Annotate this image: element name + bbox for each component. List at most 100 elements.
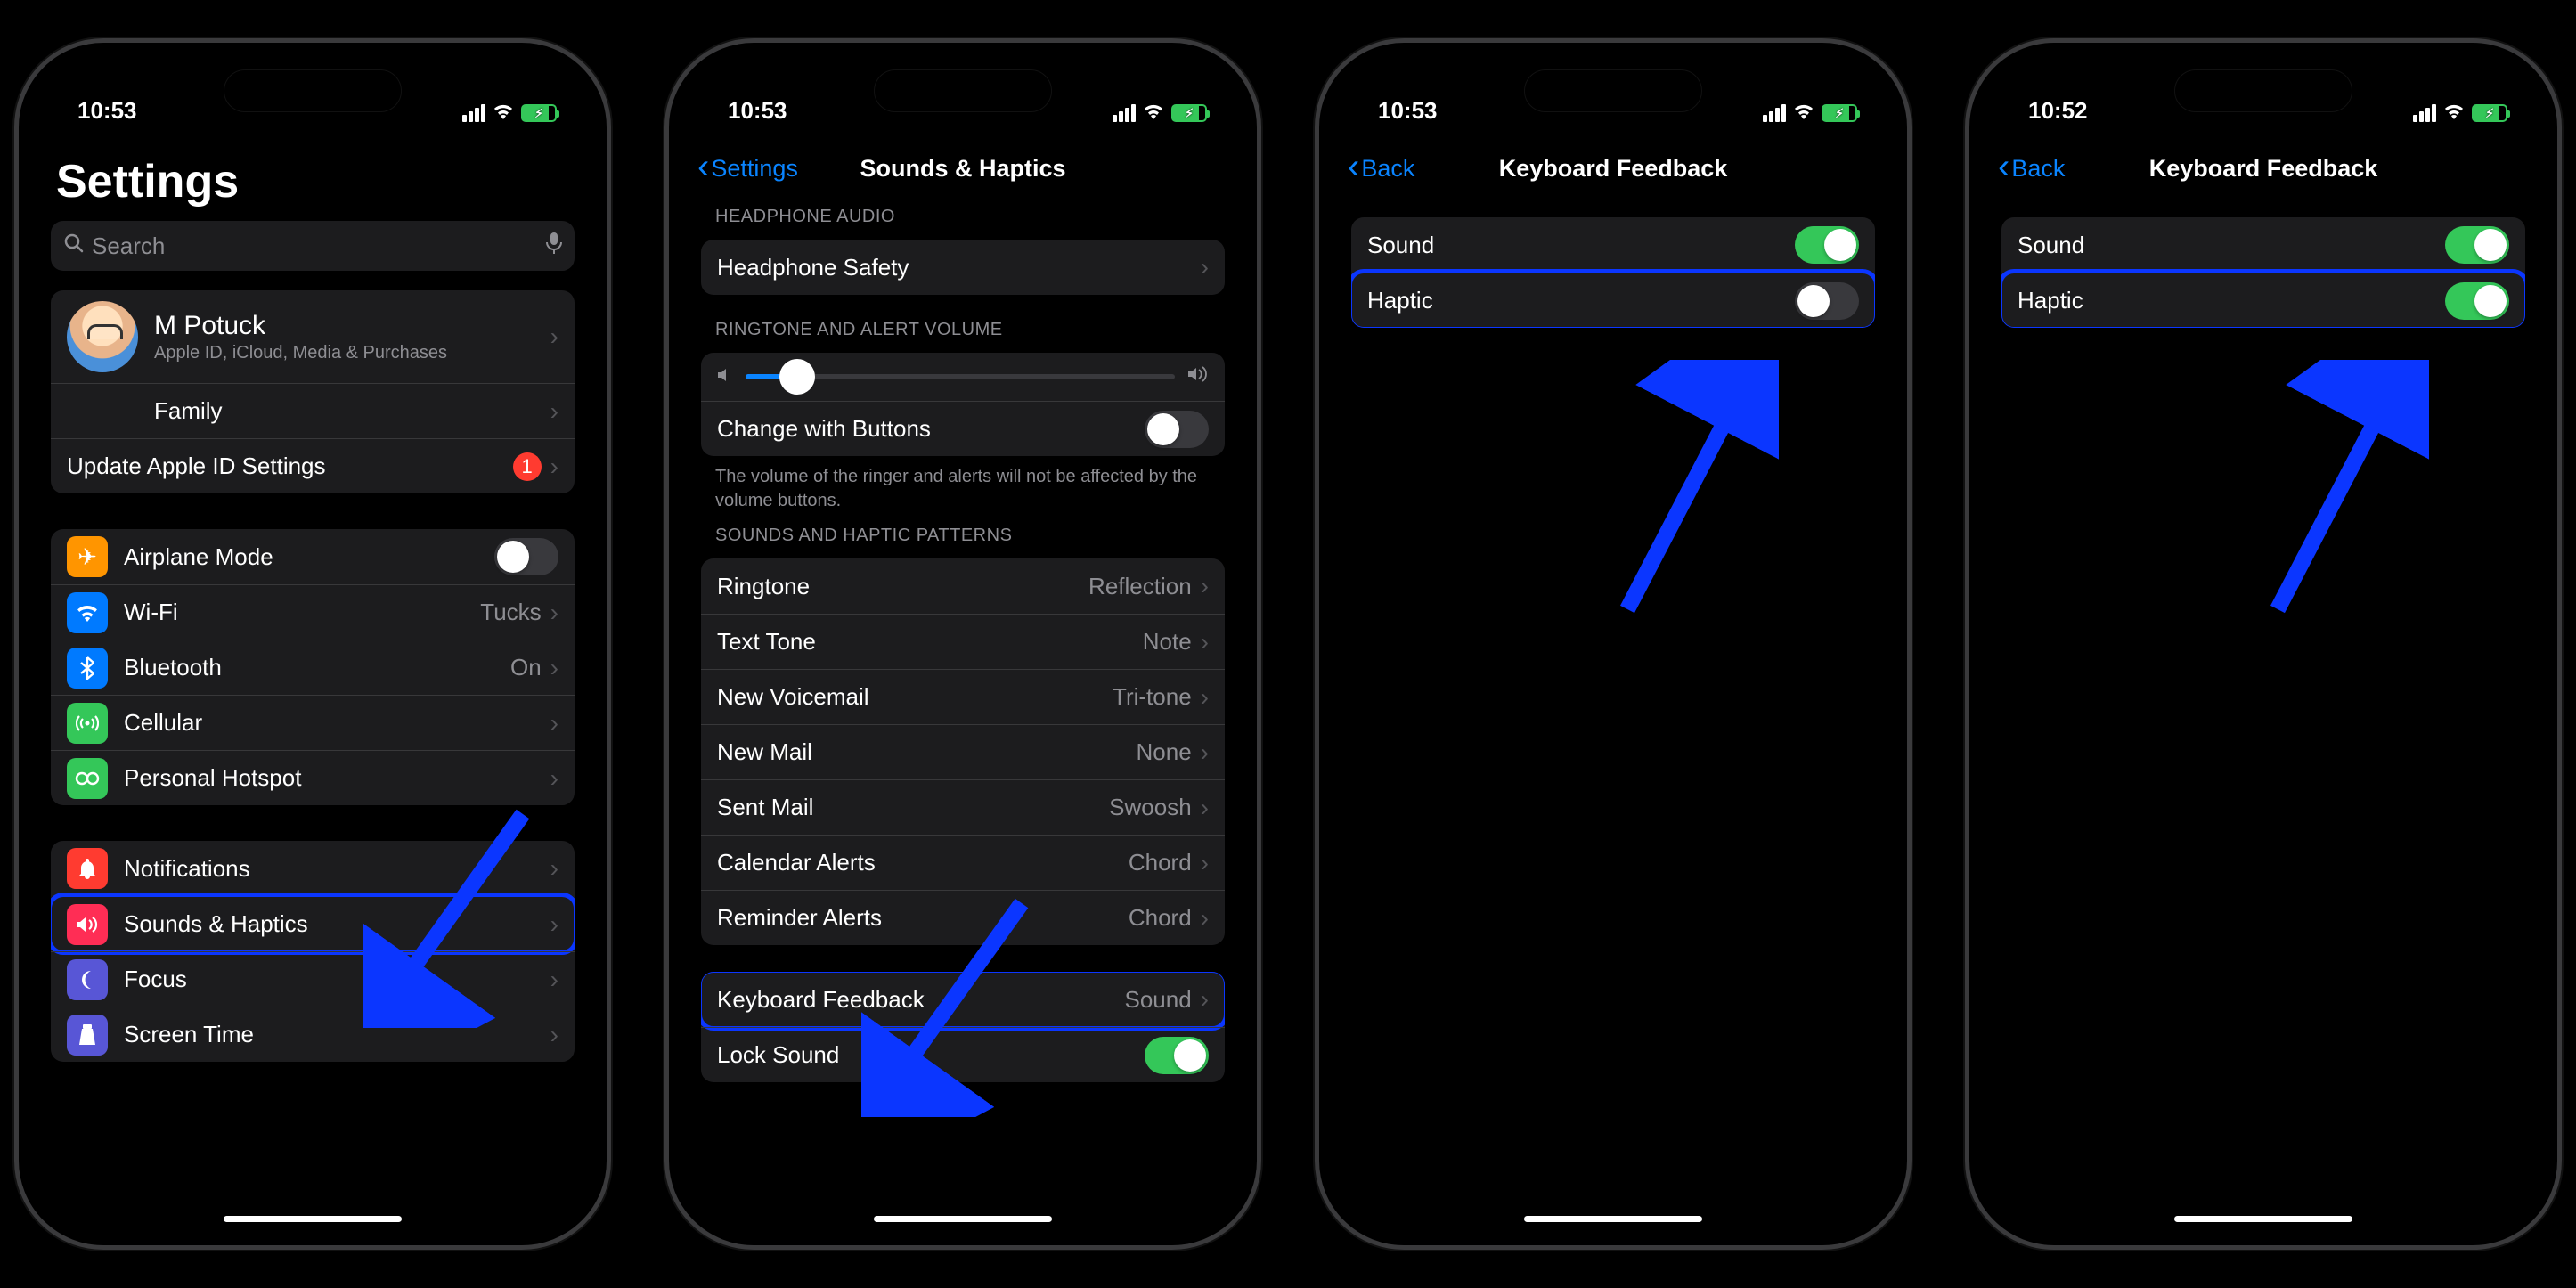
chevron-right-icon: › — [1201, 794, 1209, 822]
search-input[interactable]: Search — [51, 221, 575, 271]
content[interactable]: Sound Haptic — [1333, 200, 1893, 1231]
airplane-toggle[interactable] — [494, 538, 558, 575]
focus-row[interactable]: Focus › — [51, 951, 575, 1007]
sound-label: Sound — [1367, 232, 1434, 259]
haptic-toggle[interactable] — [1795, 282, 1859, 320]
power-button — [2558, 399, 2562, 550]
ringtone-row[interactable]: RingtoneReflection› — [701, 558, 1225, 614]
volume-up-button — [14, 363, 18, 461]
haptic-row[interactable]: Haptic — [1351, 273, 1875, 328]
chevron-right-icon: › — [550, 910, 558, 939]
hotspot-row[interactable]: Personal Hotspot › — [51, 750, 575, 805]
sound-toggle[interactable] — [1795, 226, 1859, 264]
chevron-right-icon: › — [1201, 738, 1209, 767]
profile-name: M Potuck — [154, 311, 447, 341]
home-indicator[interactable] — [2174, 1216, 2352, 1222]
hotspot-label: Personal Hotspot — [124, 764, 301, 792]
reminder-alerts-label: Reminder Alerts — [717, 904, 882, 932]
sound-row[interactable]: Sound — [2001, 217, 2525, 273]
lock-sound-row[interactable]: Lock Sound — [701, 1027, 1225, 1082]
content[interactable]: Sound Haptic — [1984, 200, 2543, 1231]
reminder-alerts-value: Chord — [1129, 904, 1192, 932]
hotspot-icon — [67, 758, 108, 799]
ringtone-label: Ringtone — [717, 573, 810, 600]
cellular-row[interactable]: Cellular › — [51, 695, 575, 750]
silence-switch — [664, 274, 668, 328]
silence-switch — [1965, 274, 1969, 328]
sounds-haptics-row[interactable]: Sounds & Haptics › — [51, 896, 575, 951]
volume-up-button — [1315, 363, 1318, 461]
volume-high-icon — [1187, 365, 1209, 388]
haptic-toggle[interactable] — [2445, 282, 2509, 320]
voicemail-row[interactable]: New VoicemailTri-tone› — [701, 669, 1225, 724]
apple-id-row[interactable]: M Potuck Apple ID, iCloud, Media & Purch… — [51, 290, 575, 383]
airplane-row[interactable]: ✈︎ Airplane Mode — [51, 529, 575, 584]
sent-mail-value: Swoosh — [1109, 794, 1192, 821]
chevron-right-icon: › — [1201, 683, 1209, 712]
back-button[interactable]: ‹Back — [1998, 155, 2065, 183]
phone-settings: 10:53 ⚡︎ Settings Search — [14, 38, 611, 1250]
back-button[interactable]: ‹Back — [1348, 155, 1414, 183]
home-indicator[interactable] — [874, 1216, 1052, 1222]
sent-mail-row[interactable]: Sent MailSwoosh› — [701, 779, 1225, 835]
home-indicator[interactable] — [224, 1216, 402, 1222]
chevron-right-icon: › — [550, 966, 558, 994]
mic-icon[interactable] — [546, 232, 562, 260]
volume-slider-row[interactable] — [701, 353, 1225, 401]
screentime-label: Screen Time — [124, 1021, 254, 1048]
status-icons: ⚡︎ — [1763, 102, 1857, 125]
lock-sound-toggle[interactable] — [1145, 1037, 1209, 1074]
status-icons: ⚡︎ — [1113, 102, 1207, 125]
status-time: 10:52 — [2028, 97, 2088, 125]
chevron-right-icon: › — [1201, 849, 1209, 877]
slider-thumb[interactable] — [779, 359, 815, 395]
calendar-alerts-row[interactable]: Calendar AlertsChord› — [701, 835, 1225, 890]
change-buttons-toggle[interactable] — [1145, 411, 1209, 448]
back-button[interactable]: ‹Settings — [697, 155, 798, 183]
dynamic-island — [1524, 69, 1702, 112]
family-row[interactable]: Family › — [51, 383, 575, 438]
dynamic-island — [224, 69, 402, 112]
bluetooth-icon — [67, 648, 108, 689]
screentime-row[interactable]: Screen Time › — [51, 1007, 575, 1062]
chevron-right-icon: › — [1201, 985, 1209, 1014]
bluetooth-value: On — [510, 654, 542, 681]
home-indicator[interactable] — [1524, 1216, 1702, 1222]
notifications-row[interactable]: Notifications › — [51, 841, 575, 896]
reminder-alerts-row[interactable]: Reminder AlertsChord› — [701, 890, 1225, 945]
new-mail-row[interactable]: New MailNone› — [701, 724, 1225, 779]
wifi-row[interactable]: Wi-Fi Tucks › — [51, 584, 575, 640]
notif-group: Notifications › Sounds & Haptics › Focus… — [51, 841, 575, 1062]
content[interactable]: HEADPHONE AUDIO Headphone Safety › RINGT… — [683, 182, 1243, 1195]
wifi-icon — [1143, 102, 1164, 125]
screen: 10:53 ⚡︎ ‹Back Keyboard Feedback Sound H… — [1333, 57, 1893, 1231]
page-title: Settings — [56, 155, 569, 208]
back-label: Back — [2011, 155, 2065, 183]
keyboard-feedback-row[interactable]: Keyboard FeedbackSound› — [701, 972, 1225, 1027]
haptic-row[interactable]: Haptic — [2001, 273, 2525, 328]
chevron-right-icon: › — [550, 854, 558, 883]
headphone-safety-row[interactable]: Headphone Safety › — [701, 240, 1225, 295]
sound-toggle[interactable] — [2445, 226, 2509, 264]
chevron-right-icon: › — [550, 397, 558, 426]
annotation-arrow — [1601, 360, 1779, 627]
back-label: Settings — [711, 155, 798, 183]
footnote: The volume of the ringer and alerts will… — [715, 465, 1211, 513]
bluetooth-row[interactable]: Bluetooth On › — [51, 640, 575, 695]
screen: 10:53 ⚡︎ Settings Search — [33, 57, 592, 1231]
change-with-buttons-row[interactable]: Change with Buttons — [701, 401, 1225, 456]
profile-group: M Potuck Apple ID, iCloud, Media & Purch… — [51, 290, 575, 493]
volume-up-button — [1965, 363, 1969, 461]
section-header-ringtone-vol: RINGTONE AND ALERT VOLUME — [715, 320, 1211, 340]
update-apple-id-row[interactable]: Update Apple ID Settings 1 › — [51, 438, 575, 493]
profile-sub: Apple ID, iCloud, Media & Purchases — [154, 343, 447, 363]
chevron-right-icon: › — [550, 764, 558, 793]
battery-icon: ⚡︎ — [521, 104, 557, 122]
sound-row[interactable]: Sound — [1351, 217, 1875, 273]
content[interactable]: Settings Search M Potuck Apple ID, iClou… — [33, 137, 592, 1169]
wifi-value: Tucks — [480, 599, 541, 626]
text-tone-row[interactable]: Text ToneNote› — [701, 614, 1225, 669]
chevron-right-icon: › — [550, 452, 558, 481]
volume-slider[interactable] — [746, 374, 1175, 379]
calendar-alerts-label: Calendar Alerts — [717, 849, 876, 876]
